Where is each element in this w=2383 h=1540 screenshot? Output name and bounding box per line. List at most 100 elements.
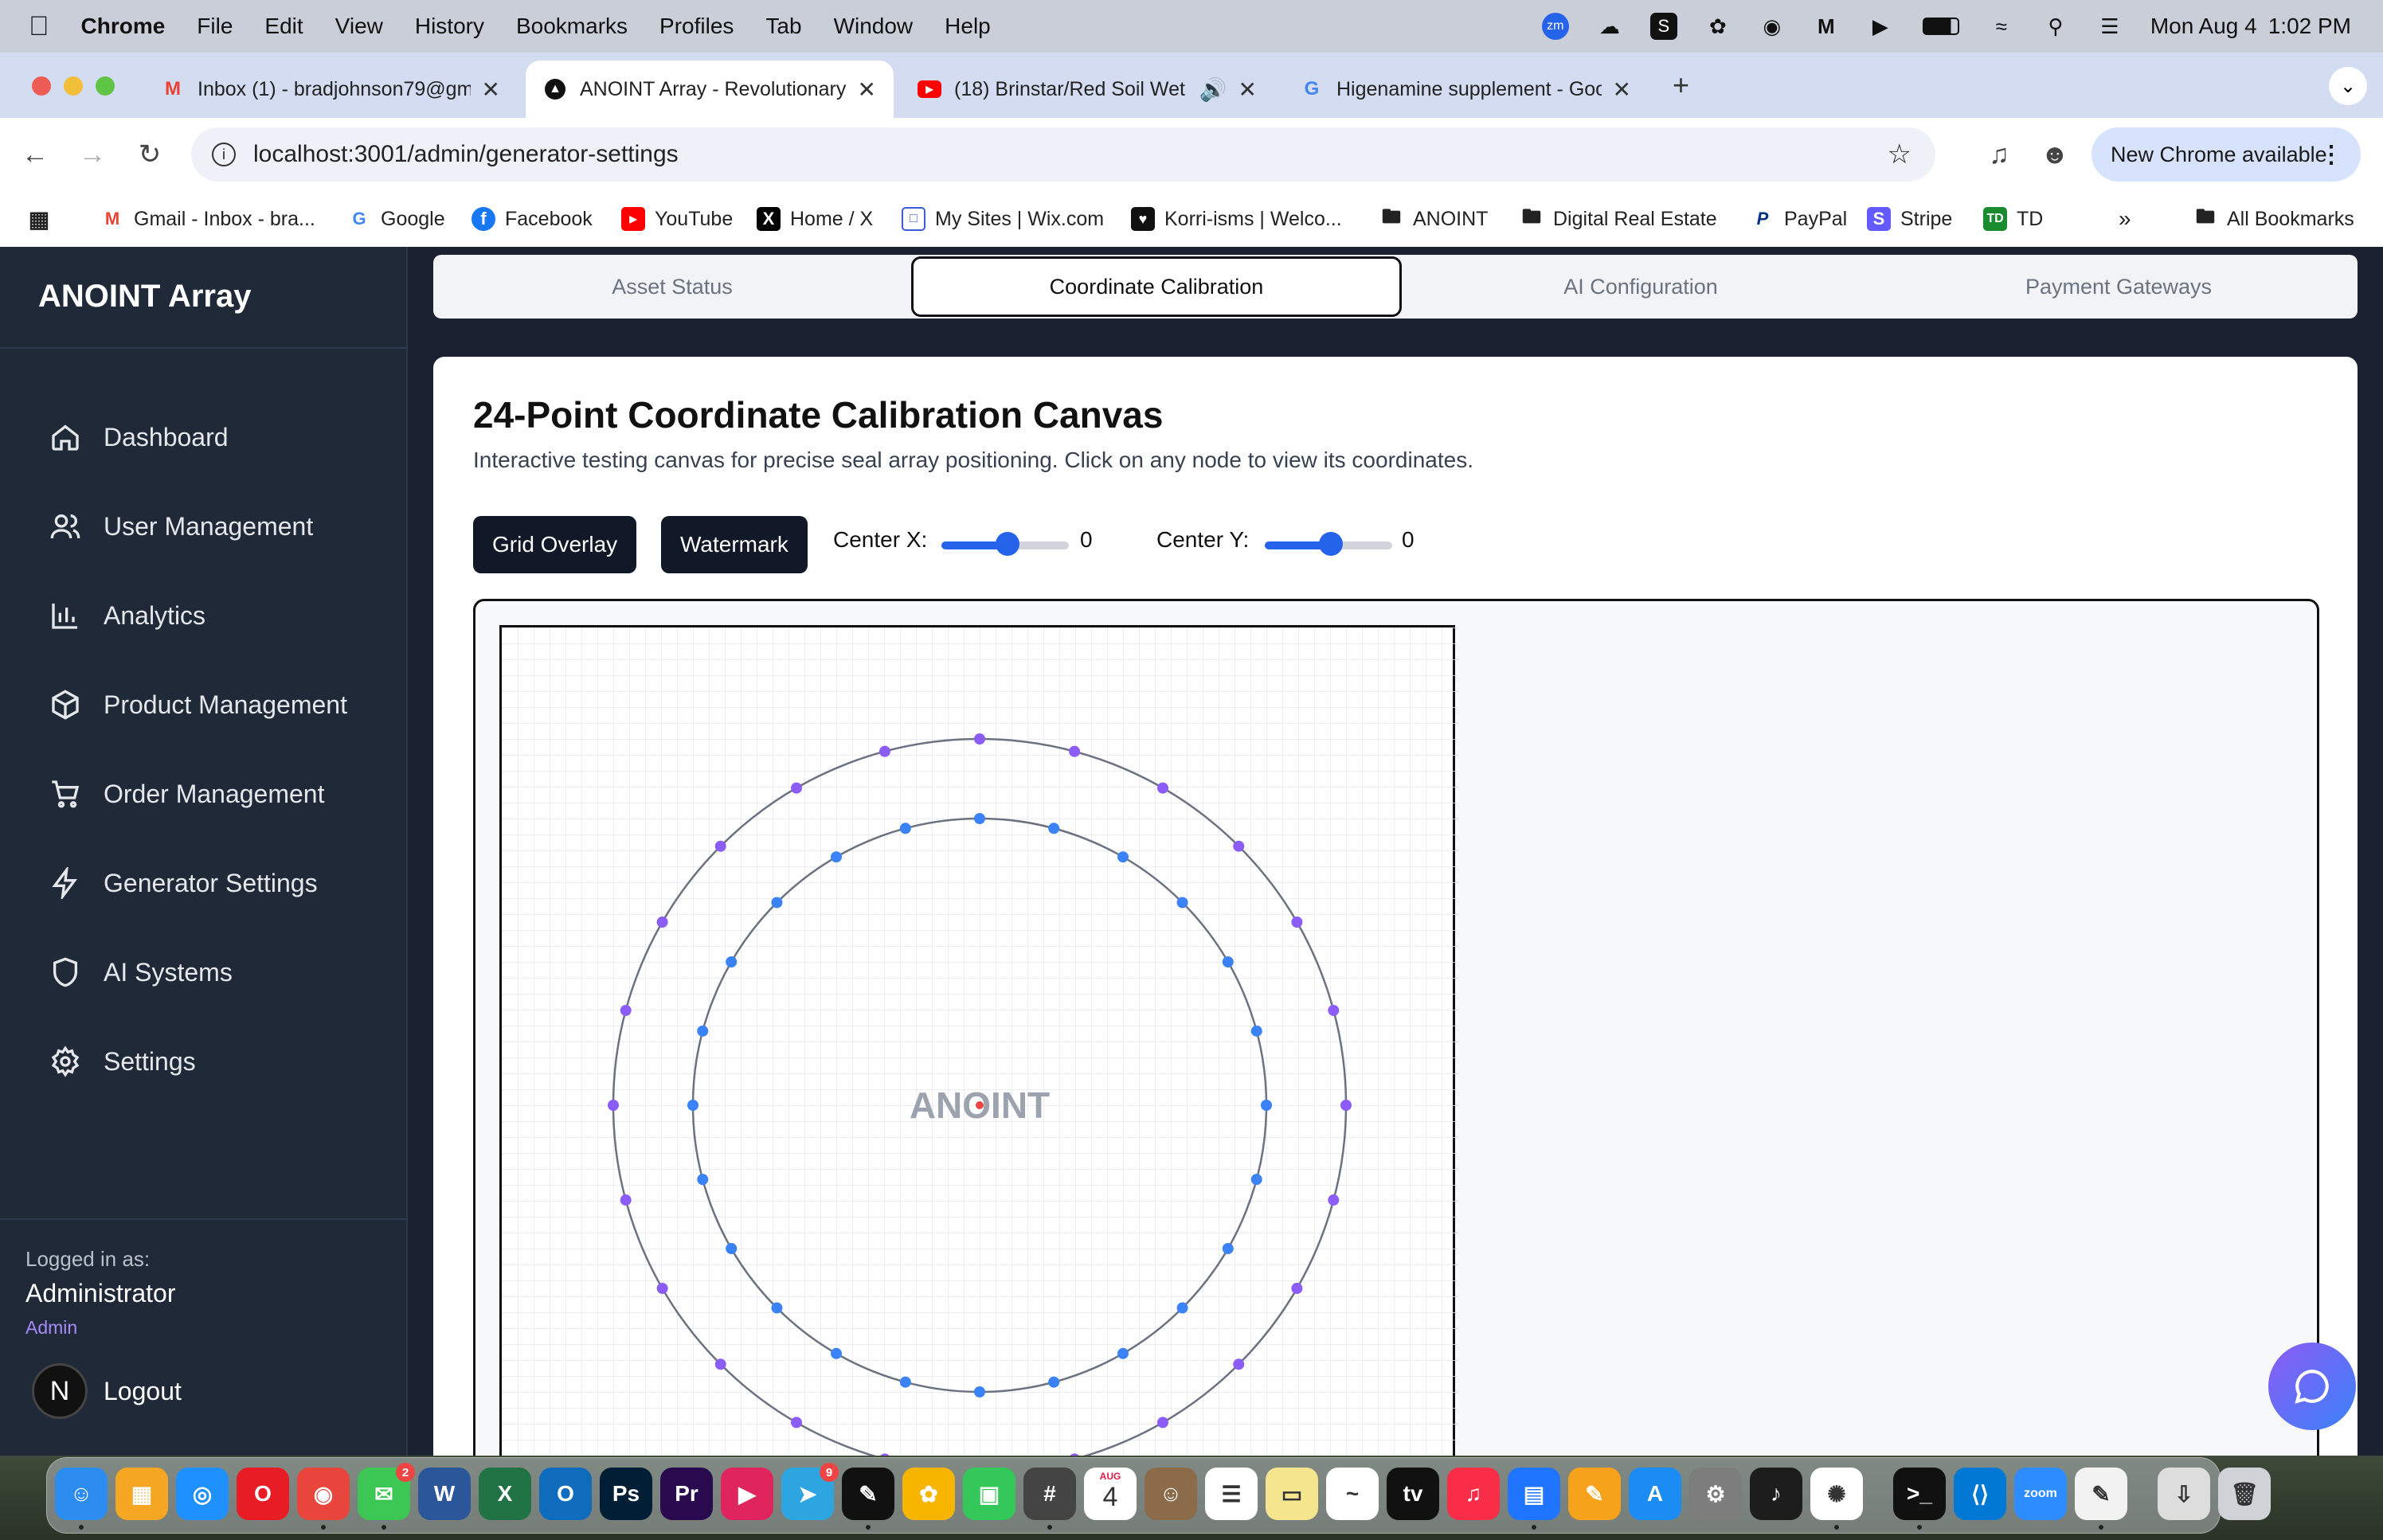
outer-node[interactable] bbox=[1157, 782, 1168, 794]
inner-node[interactable] bbox=[1176, 897, 1188, 909]
sidebar-item-products[interactable]: Product Management bbox=[49, 681, 347, 729]
close-tab-icon[interactable]: ✕ bbox=[1613, 76, 1631, 103]
tab-google[interactable]: G Higenamine supplement - Goo ✕ bbox=[1282, 61, 1649, 118]
dock-app-calendar[interactable]: AUG 4 bbox=[1084, 1468, 1137, 1520]
center-x-slider[interactable] bbox=[941, 532, 1069, 556]
address-bar[interactable]: i localhost:3001/admin/generator-setting… bbox=[191, 127, 1935, 182]
dock-app-trash[interactable]: 🗑 bbox=[2218, 1468, 2271, 1520]
chatgpt-tray-icon[interactable]: ✿ bbox=[1704, 13, 1731, 40]
reload-button[interactable]: ↻ bbox=[131, 135, 169, 174]
menu-help[interactable]: Help bbox=[945, 14, 991, 39]
dock-app-messages[interactable]: ✉ 2 bbox=[358, 1463, 415, 1520]
url-text[interactable]: localhost:3001/admin/generator-settings bbox=[253, 141, 679, 168]
outer-node[interactable] bbox=[791, 1417, 802, 1429]
menubar-time[interactable]: 1:02 PM bbox=[2268, 14, 2351, 39]
dock-app-audacity[interactable]: ♪ bbox=[1750, 1468, 1802, 1520]
calibration-svg[interactable]: ANOINT bbox=[502, 627, 1458, 1491]
dock-app-infuse[interactable]: ▶ bbox=[721, 1468, 773, 1520]
bookmark-td[interactable]: TD TD bbox=[1983, 191, 2043, 247]
inner-node[interactable] bbox=[899, 823, 911, 834]
menu-app-name[interactable]: Chrome bbox=[81, 14, 166, 39]
menubar-date[interactable]: Mon Aug 4 bbox=[2150, 14, 2257, 39]
sidebar-item-ai-systems[interactable]: AI Systems bbox=[49, 948, 233, 996]
inner-node[interactable] bbox=[771, 1302, 783, 1314]
zoom-window-button[interactable] bbox=[96, 76, 115, 96]
menu-window[interactable]: Window bbox=[834, 14, 914, 39]
dock-app-pages[interactable]: ✎ bbox=[1568, 1468, 1621, 1520]
inner-node[interactable] bbox=[1222, 1243, 1234, 1254]
chat-button[interactable] bbox=[2268, 1343, 2356, 1430]
bookmark-gmail[interactable]: M Gmail - Inbox - bra... bbox=[100, 191, 315, 247]
bookmark-facebook[interactable]: f Facebook bbox=[472, 191, 593, 247]
tab-anoint[interactable]: ▲ ANOINT Array - Revolutionary ✕ bbox=[526, 61, 894, 118]
outer-node[interactable] bbox=[714, 840, 726, 852]
tab-gmail[interactable]: M Inbox (1) - bradjohnson79@gm ✕ bbox=[143, 61, 518, 118]
outer-node[interactable] bbox=[620, 1194, 632, 1206]
dock-app-textedit[interactable]: ✎ bbox=[2075, 1468, 2127, 1520]
dock-app-word[interactable]: W bbox=[418, 1468, 471, 1520]
tab-ai-configuration[interactable]: AI Configuration bbox=[1402, 255, 1880, 319]
sidebar-item-generator-settings[interactable]: Generator Settings bbox=[49, 859, 318, 907]
dock-app-calculator[interactable]: # bbox=[1023, 1468, 1076, 1520]
dock-app-zoom[interactable]: zoom bbox=[2014, 1468, 2067, 1520]
outer-node[interactable] bbox=[1291, 1283, 1303, 1294]
inner-node[interactable] bbox=[1250, 1025, 1262, 1037]
media-control-icon[interactable]: ♫ bbox=[1980, 135, 2018, 174]
new-chrome-available-button[interactable]: New Chrome available ⋮ bbox=[2091, 127, 2361, 182]
bookmark-paypal[interactable]: P PayPal bbox=[1751, 191, 1848, 247]
tab-asset-status[interactable]: Asset Status bbox=[433, 255, 911, 319]
inner-node[interactable] bbox=[831, 1347, 842, 1359]
sidebar-item-users[interactable]: User Management bbox=[49, 502, 313, 550]
dock-app-notes[interactable]: ▭ bbox=[1266, 1468, 1318, 1520]
inner-node[interactable] bbox=[1176, 1302, 1188, 1314]
dock-app-outlook[interactable]: O bbox=[539, 1468, 592, 1520]
apps-grid-icon[interactable]: ▦ bbox=[27, 191, 51, 247]
tab-coordinate-calibration[interactable]: Coordinate Calibration bbox=[911, 256, 1402, 317]
grid-overlay-button[interactable]: Grid Overlay bbox=[473, 516, 637, 573]
bookmark-all-bookmarks[interactable]: 🖿 All Bookmarks bbox=[2193, 191, 2354, 247]
outer-node[interactable] bbox=[608, 1100, 619, 1111]
creative-cloud-tray-icon[interactable]: ◉ bbox=[1759, 13, 1786, 40]
zoom-tray-icon[interactable]: zm bbox=[1541, 13, 1569, 40]
dock-app-launchpad[interactable]: ▦ bbox=[115, 1468, 168, 1520]
kebab-menu-icon[interactable]: ⋮ bbox=[2319, 141, 2343, 169]
sidebar-item-dashboard[interactable]: Dashboard bbox=[49, 413, 229, 461]
dock-app-contacts[interactable]: ☺ bbox=[1145, 1468, 1197, 1520]
dock-app-vs-code[interactable]: ⟨⟩ bbox=[1954, 1468, 2006, 1520]
dock-app-system-settings[interactable]: ⚙ bbox=[1689, 1468, 1742, 1520]
dock-app-facetime[interactable]: ▣ bbox=[963, 1468, 1015, 1520]
inner-node[interactable] bbox=[1222, 956, 1234, 967]
center-point[interactable] bbox=[976, 1101, 984, 1109]
wifi-icon[interactable]: ≈ bbox=[1988, 13, 2015, 40]
outer-node[interactable] bbox=[620, 1004, 632, 1016]
dock-app-safari[interactable]: ◎ bbox=[176, 1468, 229, 1520]
bookmark-korri[interactable]: ♥ Korri-isms | Welco... bbox=[1131, 191, 1342, 247]
minimize-window-button[interactable] bbox=[64, 76, 83, 96]
bookmark-google[interactable]: G Google bbox=[347, 191, 444, 247]
dock-app-excel[interactable]: X bbox=[479, 1468, 531, 1520]
dock-app-premiere[interactable]: Pr bbox=[660, 1468, 713, 1520]
bookmark-folder-real-estate[interactable]: 🖿 Digital Real Estate bbox=[1520, 191, 1717, 247]
menu-view[interactable]: View bbox=[335, 14, 383, 39]
dock-app-chrome[interactable]: ◉ bbox=[297, 1468, 350, 1520]
dock-app-keynote[interactable]: ▤ bbox=[1508, 1468, 1560, 1520]
calibration-canvas[interactable]: ANOINT bbox=[499, 625, 1458, 1491]
close-tab-icon[interactable]: ✕ bbox=[482, 76, 500, 103]
outer-node[interactable] bbox=[1233, 1358, 1245, 1370]
outer-node[interactable] bbox=[791, 782, 802, 794]
outer-node[interactable] bbox=[1328, 1194, 1340, 1206]
outer-node[interactable] bbox=[1328, 1004, 1340, 1016]
inner-node[interactable] bbox=[1048, 1376, 1060, 1388]
outer-node[interactable] bbox=[656, 917, 668, 928]
sidebar-item-analytics[interactable]: Analytics bbox=[49, 592, 205, 639]
dock-app-tv[interactable]: tv bbox=[1387, 1468, 1439, 1520]
dock-app-telegram[interactable]: ➤ 9 bbox=[781, 1463, 839, 1520]
menu-history[interactable]: History bbox=[415, 14, 484, 39]
slider-thumb[interactable] bbox=[996, 532, 1019, 556]
inner-node[interactable] bbox=[726, 1243, 738, 1254]
dock-app-reminders[interactable]: ☰ bbox=[1205, 1468, 1258, 1520]
inner-node[interactable] bbox=[1117, 851, 1129, 863]
menu-edit[interactable]: Edit bbox=[264, 14, 303, 39]
logout-button[interactable]: N Logout bbox=[32, 1363, 182, 1419]
close-tab-icon[interactable]: ✕ bbox=[858, 76, 876, 103]
